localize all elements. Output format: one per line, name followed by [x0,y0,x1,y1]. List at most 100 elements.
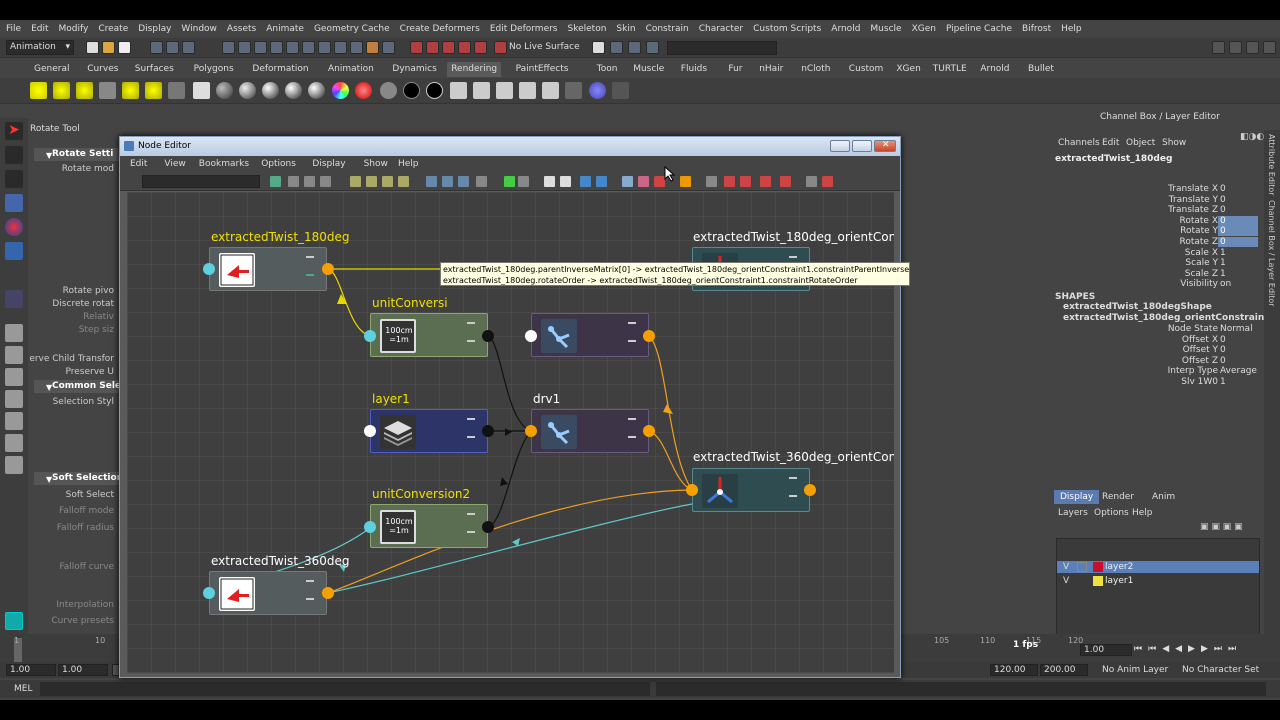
render-setup-icon[interactable] [519,82,536,99]
ne-toolbar-button-icon[interactable] [622,176,633,187]
input-port[interactable] [364,521,376,533]
node-drv-upper[interactable] [531,313,649,357]
select-dynamic-icon[interactable] [302,41,315,54]
cb-attr-row[interactable]: Translate Z0 [1100,205,1258,215]
node-attr-toggle-icon[interactable] [467,531,475,533]
render-current-icon[interactable] [610,41,623,54]
tab-display[interactable]: Display [1054,490,1100,504]
ne-menu-show[interactable]: Show [364,159,388,169]
cb-menu-show[interactable]: Show [1162,138,1186,148]
node-attr-toggle-icon[interactable] [306,598,314,600]
ne-toolbar-button-icon[interactable] [288,176,299,187]
ne-toolbar-button-icon[interactable] [320,176,331,187]
layer-row-layer1[interactable]: V layer1 [1057,575,1259,587]
shelf-tab-painteffects[interactable]: PaintEffects [512,62,573,77]
ne-toolbar-button-icon[interactable] [270,176,281,187]
attribute-editor-tab[interactable]: Attribute Editor [1267,134,1276,196]
shelf-tab-ncloth[interactable]: nCloth [797,62,834,77]
hypershade-icon[interactable] [450,82,467,99]
cb-attr-value[interactable]: Average [1218,366,1258,376]
cb-attr-value[interactable]: 0 [1218,237,1258,247]
shelf-tab-turtle[interactable]: TURTLE [929,62,971,77]
menu-window[interactable]: Window [181,24,217,34]
layer-visibility[interactable]: V [1063,575,1069,587]
shelf-tab-muscle[interactable]: Muscle [629,62,668,77]
ne-toolbar-button-icon[interactable] [680,176,691,187]
snap-point-icon[interactable] [442,41,455,54]
select-tool-icon[interactable]: ➤ [5,122,23,140]
cb-attr-row[interactable]: Scale X1 [1100,248,1258,258]
menu-xgen[interactable]: XGen [912,24,936,34]
lambert-icon[interactable] [216,82,233,99]
shelf-tab-toon[interactable]: Toon [593,62,622,77]
output-port[interactable] [482,425,494,437]
phonge-icon[interactable] [285,82,302,99]
node-attr-toggle-icon[interactable] [789,256,797,258]
shelf-tab-fur[interactable]: Fur [724,62,746,77]
mudbox-icon[interactable] [5,612,23,630]
lasso-tool-icon[interactable] [5,146,23,164]
cb-attr-row[interactable]: Translate X0 [1100,184,1258,194]
ne-menu-edit[interactable]: Edit [130,159,147,169]
node-attr-toggle-icon[interactable] [467,513,475,515]
blinn-icon[interactable] [239,82,256,99]
cb-shape-name[interactable]: extractedTwist_180deg_orientConstraint1 [1063,313,1275,323]
node-attr-toggle-icon[interactable] [628,418,636,420]
ne-toolbar-button-icon[interactable] [398,176,409,187]
cb-attr-row[interactable]: Scale Y1 [1100,258,1258,268]
render-layer-icon[interactable] [473,82,490,99]
cb-shape-name[interactable]: extractedTwist_180degShape [1063,302,1212,312]
manip-tool-icon[interactable] [5,290,23,308]
menu-edit-deformers[interactable]: Edit Deformers [490,24,558,34]
node-attr-toggle-icon[interactable] [306,256,314,258]
area-light-icon[interactable] [99,82,116,99]
ne-menu-help[interactable]: Help [398,159,419,169]
le-menu-layers[interactable]: Layers [1058,508,1088,518]
ipr-render-icon[interactable] [628,41,641,54]
cb-attr-value[interactable]: 0 [1218,184,1258,194]
shelf-tab-surfaces[interactable]: Surfaces [131,62,178,77]
ambient-light-icon[interactable] [122,82,139,99]
menu-set-select[interactable]: Animation ▾ [6,40,74,55]
move-tool-icon[interactable] [5,194,23,212]
wire-unitconv2-to-drv[interactable] [487,430,532,528]
snap-live-icon[interactable] [474,41,487,54]
snap-view-icon[interactable] [458,41,471,54]
render-view-icon[interactable] [592,41,605,54]
cb-attr-value[interactable]: 0 [1218,205,1258,215]
char-set-label[interactable]: No Character Set [1182,665,1259,675]
ne-menu-options[interactable]: Options [261,159,296,169]
ne-toolbar-button-icon[interactable] [780,176,791,187]
ne-toolbar-button-icon[interactable] [740,176,751,187]
menu-modify[interactable]: Modify [59,24,89,34]
cb-shape-attr-row[interactable]: Offset X0 [1100,335,1258,345]
maximize-button[interactable] [852,140,872,152]
new-scene-icon[interactable] [86,41,99,54]
ne-toolbar-button-icon[interactable] [426,176,437,187]
menu-create-deformers[interactable]: Create Deformers [400,24,480,34]
layout-graph-icon[interactable] [5,434,23,452]
ne-toolbar-button-icon[interactable] [638,176,649,187]
highlight-icon[interactable] [382,41,395,54]
node-layer1[interactable] [370,409,488,453]
node-attr-toggle-icon[interactable] [306,274,314,276]
menu-skeleton[interactable]: Skeleton [568,24,607,34]
wire-drv-to-orient360[interactable] [648,430,693,491]
cb-shape-attr-row[interactable]: Slv 1W0 1 [1100,377,1258,387]
tab-anim[interactable]: Anim [1146,490,1181,504]
paint-select-icon[interactable] [5,170,23,188]
select-surface-icon[interactable] [270,41,283,54]
ne-toolbar-button-icon[interactable] [476,176,487,187]
layout-single-icon[interactable] [5,324,23,342]
start-time-field[interactable]: 1.00 [6,664,56,676]
shelf-tab-deformation[interactable]: Deformation [248,62,312,77]
panel-icon-3[interactable] [1263,41,1276,54]
ne-toolbar-button-icon[interactable] [724,176,735,187]
batch-render-icon[interactable] [542,82,559,99]
cb-attr-row[interactable]: Visibility on [1100,279,1258,289]
cb-attr-value[interactable]: 1 [1218,377,1258,387]
ne-toolbar-button-icon[interactable] [442,176,453,187]
layer-type-box[interactable] [1077,562,1087,572]
le-menu-help[interactable]: Help [1132,508,1153,518]
menu-arnold[interactable]: Arnold [831,24,860,34]
